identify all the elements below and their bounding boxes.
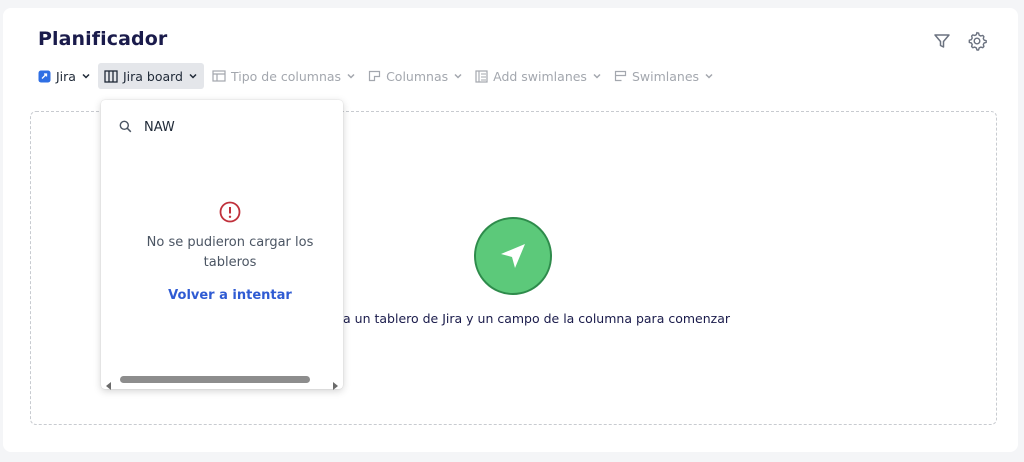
columns-icon [368,70,381,82]
chevron-down-icon [453,71,463,81]
board-icon [104,69,118,83]
board-search-input[interactable] [144,120,324,135]
chevron-down-icon [592,71,602,81]
gear-icon[interactable] [967,31,987,51]
add-swimlanes-dropdown[interactable]: Add swimlanes [469,63,608,89]
send-arrow-icon [474,217,552,295]
error-message: No se pudieron cargar los tableros [146,235,314,270]
columns-dropdown[interactable]: Columnas [362,63,469,89]
scroll-left-icon[interactable] [105,375,113,394]
column-type-dropdown[interactable]: Tipo de columnas [206,63,362,89]
scroll-right-icon[interactable] [331,375,339,394]
chevron-down-icon [81,71,91,81]
chevron-down-icon [704,71,714,81]
swimlanes-icon [614,70,627,82]
retry-link[interactable]: Volver a intentar [121,288,339,303]
scroll-thumb[interactable] [120,376,310,383]
column-type-label: Tipo de columnas [231,68,342,84]
page-title: Planificador [38,28,168,50]
add-swimlanes-label: Add swimlanes [493,68,587,84]
jira-board-label: Jira board [122,68,183,84]
swimlanes-label: Swimlanes [631,68,700,84]
swimlanes-dropdown[interactable]: Swimlanes [608,63,720,89]
error-icon [219,201,241,227]
jira-icon [38,70,51,83]
board-picker-popover: No se pudieron cargar los tableros Volve… [101,100,343,390]
chevron-down-icon [346,71,356,81]
search-icon [119,118,132,137]
jira-board-dropdown[interactable]: Jira board [97,63,204,89]
add-swimlane-icon [475,69,488,83]
filter-icon[interactable] [932,31,952,51]
columns-label: Columnas [386,68,449,84]
toolbar: Jira Jira board Tipo de columnas Columna… [32,63,720,89]
horizontal-scrollbar[interactable] [105,374,339,390]
table-icon [212,70,226,82]
jira-dropdown[interactable]: Jira [32,63,97,89]
chevron-down-icon [188,71,198,81]
board-search [119,118,324,137]
jira-label: Jira [56,68,76,84]
